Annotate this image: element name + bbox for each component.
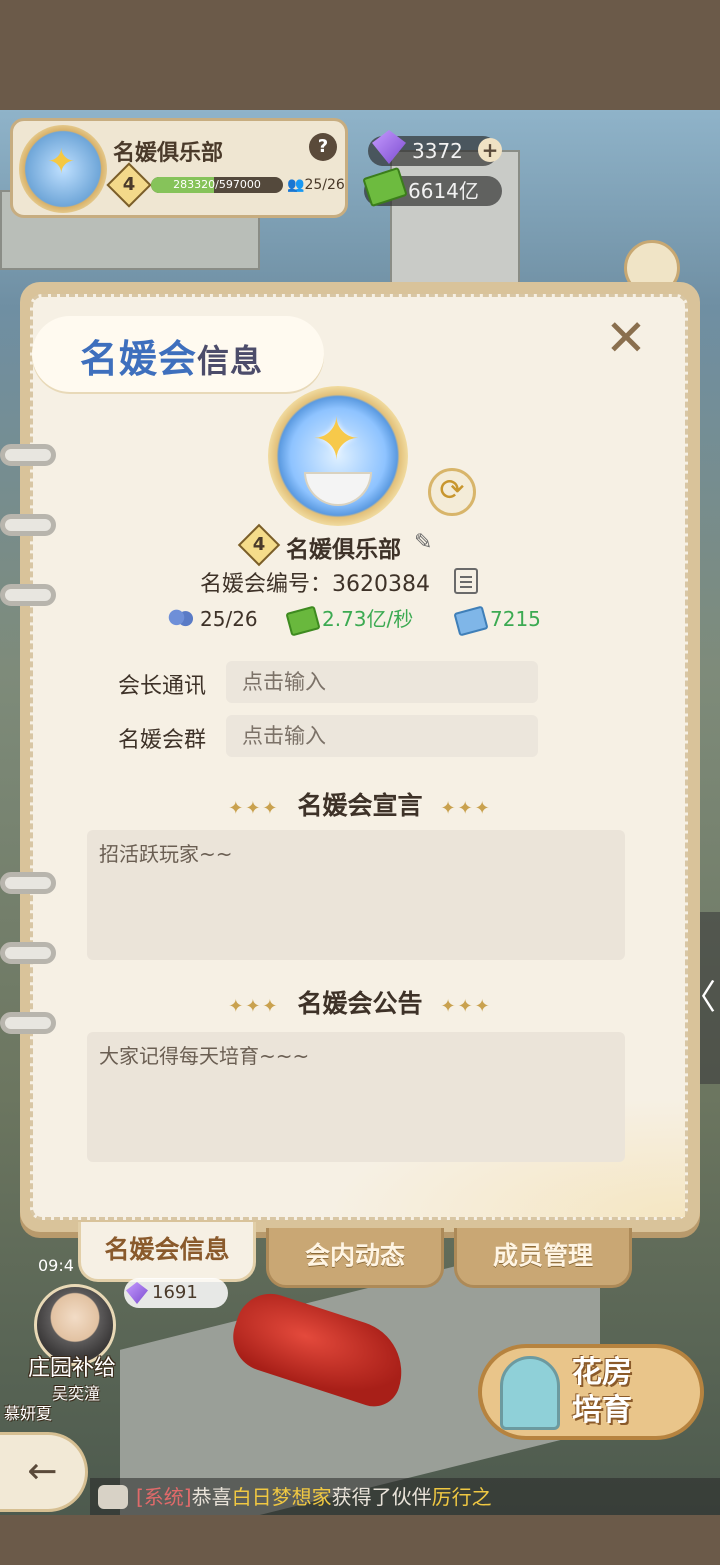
copy-id-icon[interactable]: [454, 568, 478, 594]
star-icon: ✦: [47, 142, 76, 182]
close-button[interactable]: ✕: [604, 313, 648, 363]
member-count: 👥25/26: [287, 177, 345, 193]
gem-icon: [126, 1282, 148, 1304]
cash-counter: 6614亿: [362, 166, 502, 208]
president-contact-label: 会长通讯: [118, 674, 207, 699]
level-badge: 4: [106, 162, 152, 208]
gem-reward-value: 1691: [152, 1282, 198, 1303]
edit-name-icon[interactable]: ✎: [414, 530, 440, 556]
cash-icon: [285, 605, 321, 636]
bottom-border: [0, 1515, 720, 1565]
panel-title-suffix: 信息: [197, 342, 264, 380]
greenhouse-label-line2: 培育: [572, 1393, 632, 1428]
ticker-system-tag: [系统]: [136, 1485, 192, 1509]
announcement-textbox[interactable]: 大家记得每天培育~~~: [87, 1032, 625, 1162]
ticker-partner-name: 厉行之: [431, 1485, 492, 1509]
chat-icon: [98, 1485, 128, 1509]
character-name: 吴奕潼: [52, 1384, 101, 1403]
ticker-text-1: 恭喜: [191, 1485, 232, 1509]
people-icon: [166, 608, 196, 633]
club-group-label: 名媛会群: [118, 728, 207, 753]
top-border: [0, 0, 720, 110]
declaration-text: 招活跃玩家~~: [99, 842, 233, 866]
stat-members-value: 25/26: [200, 607, 258, 631]
system-ticker[interactable]: [系统]恭喜白日梦想家获得了伙伴厉行之: [90, 1478, 720, 1516]
stat-funds: 7215: [453, 605, 541, 636]
binder-ring: [0, 514, 56, 536]
declaration-heading: ✦✦✦ 名媛会宣言 ✦✦✦: [0, 786, 720, 822]
stat-income-value: 2.73亿/秒: [322, 607, 414, 631]
sparkle-icon: ✦✦✦: [440, 798, 492, 819]
cash-value: 6614亿: [408, 179, 479, 203]
sparkle-icon: ✦✦✦: [228, 798, 280, 819]
stat-income: 2.73亿/秒: [285, 605, 414, 636]
exp-text: 283320/597000: [173, 178, 261, 191]
announcement-heading: ✦✦✦ 名媛会公告 ✦✦✦: [0, 984, 720, 1020]
time-text: 09:4: [38, 1256, 74, 1275]
club-emblem-icon: ✦: [19, 125, 107, 213]
announcement-heading-text: 名媛会公告: [297, 989, 423, 1018]
club-name: 名媛俱乐部: [286, 537, 401, 563]
greenhouse-label: 花房 培育: [572, 1354, 632, 1430]
club-group-input[interactable]: [226, 715, 538, 757]
declaration-heading-text: 名媛会宣言: [297, 791, 423, 820]
binder-ring: [0, 872, 56, 894]
back-button[interactable]: ←: [0, 1432, 88, 1512]
binder-ring: [0, 584, 56, 606]
sparkle-icon: ✦✦✦: [440, 996, 492, 1017]
president-contact-input[interactable]: [226, 661, 538, 703]
binder-ring: [0, 942, 56, 964]
club-id-value: 3620384: [332, 572, 430, 597]
stat-members: 25/26: [166, 606, 258, 633]
tab-club-activity[interactable]: 会内动态: [266, 1228, 444, 1288]
club-id: 名媛会编号：3620384: [200, 566, 430, 598]
level-value: 4: [122, 174, 136, 195]
add-gems-button[interactable]: +: [478, 138, 502, 162]
hands-icon: [304, 472, 372, 506]
ticker-player-name: 白日梦想家: [231, 1485, 332, 1509]
character-name-2: 慕妍夏: [4, 1404, 53, 1423]
greenhouse-icon: [500, 1356, 560, 1430]
club-header[interactable]: ✦ 名媛俱乐部 ? 4 283320/597000 👥25/26: [10, 118, 348, 218]
exp-progress-bar: 283320/597000: [151, 177, 283, 193]
member-count-value: 25/26: [304, 177, 345, 193]
building: [390, 150, 520, 300]
tab-member-management[interactable]: 成员管理: [454, 1228, 632, 1288]
binder-ring: [0, 444, 56, 466]
announcement-text: 大家记得每天培育~~~: [99, 1044, 310, 1068]
estate-supply-label[interactable]: 庄园补给: [28, 1350, 116, 1382]
sparkle-icon: ✦✦✦: [228, 996, 280, 1017]
help-icon[interactable]: ?: [309, 133, 337, 161]
people-icon: 👥: [287, 177, 305, 193]
panel-title: 名媛会信息: [80, 328, 263, 383]
gem-reward-pill: 1691: [124, 1278, 228, 1308]
change-emblem-button[interactable]: ⟳: [428, 468, 476, 516]
greenhouse-cultivate-button[interactable]: 花房 培育: [478, 1344, 704, 1440]
club-emblem-large: ✦: [268, 386, 408, 526]
star-icon: ✦: [312, 405, 361, 473]
stat-funds-value: 7215: [490, 607, 541, 631]
ticker-text-2: 获得了伙伴: [331, 1485, 432, 1509]
level-value: 4: [252, 534, 266, 555]
bills-icon: [453, 605, 489, 636]
gem-value: 3372: [412, 139, 463, 163]
greenhouse-label-line1: 花房: [572, 1355, 632, 1390]
panel-title-main: 名媛会: [80, 337, 198, 381]
declaration-textbox[interactable]: 招活跃玩家~~: [87, 830, 625, 960]
club-id-label: 名媛会编号：: [200, 572, 333, 597]
tab-club-info[interactable]: 名媛会信息: [78, 1222, 256, 1282]
